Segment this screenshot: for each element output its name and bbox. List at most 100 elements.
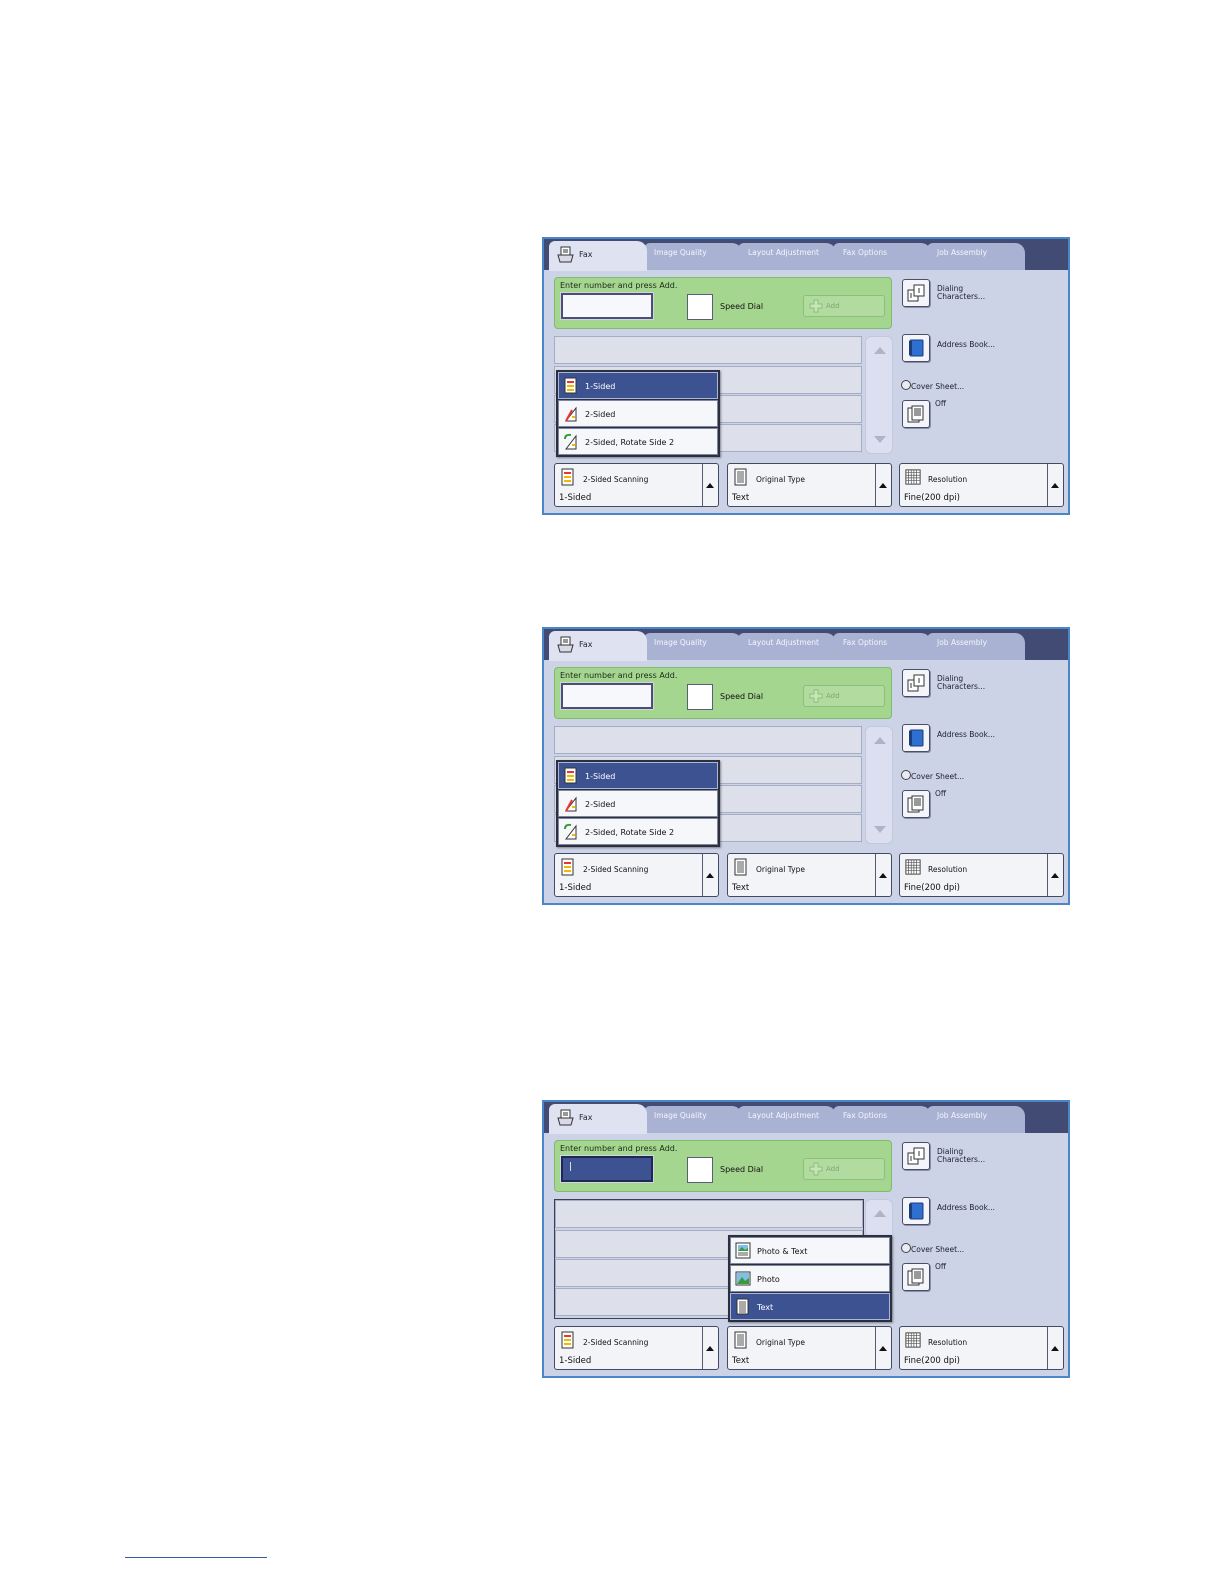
original-type-button[interactable]: Original Type Text bbox=[727, 853, 892, 897]
address-book-icon bbox=[909, 1202, 924, 1220]
recipient-scrollbar[interactable] bbox=[865, 726, 893, 844]
speed-dial-label: Speed Dial bbox=[720, 692, 764, 701]
dialing-characters-label: Dialing Characters... bbox=[937, 1147, 986, 1164]
fax-number-input[interactable]: | bbox=[560, 1155, 654, 1183]
fax-screen-1: Job Assembly Fax Options Layout Adjustme… bbox=[542, 237, 1070, 515]
speed-dial-checkbox[interactable] bbox=[687, 1157, 713, 1183]
original-type-button[interactable]: Original Type Text bbox=[727, 1326, 892, 1370]
address-book-button[interactable] bbox=[902, 1197, 930, 1225]
fax-icon bbox=[557, 636, 574, 653]
fax-number-input[interactable] bbox=[560, 292, 654, 320]
cover-sheet-button[interactable] bbox=[902, 1263, 930, 1291]
tab-image-quality[interactable]: Image Quality bbox=[644, 633, 742, 660]
resolution-button[interactable]: Resolution Fine(200 dpi) bbox=[899, 463, 1064, 507]
cover-sheet-radio[interactable] bbox=[901, 770, 911, 780]
entry-instruction: Enter number and press Add. bbox=[560, 281, 678, 290]
list-item[interactable] bbox=[555, 1200, 863, 1228]
resolution-button[interactable]: Resolution Fine(200 dpi) bbox=[899, 1326, 1064, 1370]
tab-image-quality[interactable]: Image Quality bbox=[644, 243, 742, 270]
two-sided-scanning-button[interactable]: 2-Sided Scanning 1-Sided bbox=[554, 853, 719, 897]
chevron-up-icon[interactable] bbox=[875, 1327, 891, 1369]
scroll-up-icon[interactable] bbox=[874, 347, 886, 354]
dialing-characters-button[interactable] bbox=[902, 669, 930, 697]
fax-number-input[interactable] bbox=[560, 682, 654, 710]
address-book-label: Address Book... bbox=[937, 1203, 996, 1212]
chevron-up-icon[interactable] bbox=[875, 464, 891, 506]
address-book-button[interactable] bbox=[902, 724, 930, 752]
cover-sheet-radio[interactable] bbox=[901, 1243, 911, 1253]
scroll-down-icon[interactable] bbox=[874, 826, 886, 833]
cover-sheet-value: Off bbox=[935, 789, 947, 798]
option-1-sided[interactable]: 1-Sided bbox=[558, 762, 718, 789]
add-button[interactable]: Add bbox=[803, 295, 885, 317]
cover-sheet-label: Cover Sheet... bbox=[911, 1245, 965, 1254]
dialing-characters-button[interactable] bbox=[902, 1142, 930, 1170]
add-button[interactable]: Add bbox=[803, 685, 885, 707]
option-label: 1-Sided bbox=[585, 382, 616, 391]
chevron-up-icon[interactable] bbox=[875, 854, 891, 896]
tab-fax-options[interactable]: Fax Options bbox=[833, 243, 931, 270]
original-type-button[interactable]: Original Type Text bbox=[727, 463, 892, 507]
photo-text-icon bbox=[735, 1242, 751, 1259]
option-photo-and-text[interactable]: Photo & Text bbox=[730, 1237, 890, 1264]
tab-job-assembly[interactable]: Job Assembly bbox=[927, 243, 1025, 270]
tab-fax-options[interactable]: Fax Options bbox=[833, 1106, 931, 1133]
scroll-up-icon[interactable] bbox=[874, 1210, 886, 1217]
two-sided-scanning-button[interactable]: 2-Sided Scanning 1-Sided bbox=[554, 1326, 719, 1370]
two-sided-icon bbox=[564, 406, 577, 422]
cover-sheet-radio[interactable] bbox=[901, 380, 911, 390]
option-2-sided-rotate[interactable]: 2-Sided, Rotate Side 2 bbox=[558, 818, 718, 845]
tab-job-assembly[interactable]: Job Assembly bbox=[927, 633, 1025, 660]
resolution-button[interactable]: Resolution Fine(200 dpi) bbox=[899, 853, 1064, 897]
dialing-characters-button[interactable] bbox=[902, 279, 930, 307]
tab-fax-label: Fax bbox=[579, 1113, 593, 1122]
add-button-label: Add bbox=[826, 302, 840, 310]
scroll-up-icon[interactable] bbox=[874, 737, 886, 744]
footer-divider bbox=[125, 1557, 267, 1558]
chevron-up-icon[interactable] bbox=[1047, 854, 1063, 896]
option-label: Photo bbox=[757, 1275, 780, 1284]
scanning-value: 1-Sided bbox=[559, 883, 592, 893]
tab-layout-adjustment[interactable]: Layout Adjustment bbox=[738, 1106, 836, 1133]
option-2-sided-rotate[interactable]: 2-Sided, Rotate Side 2 bbox=[558, 428, 718, 455]
chevron-up-icon[interactable] bbox=[1047, 1327, 1063, 1369]
tab-fax[interactable]: Fax bbox=[549, 241, 647, 271]
chevron-up-icon[interactable] bbox=[702, 464, 718, 506]
recipient-scrollbar[interactable] bbox=[865, 336, 893, 454]
option-2-sided[interactable]: 2-Sided bbox=[558, 400, 718, 427]
cover-sheet-button[interactable] bbox=[902, 790, 930, 818]
list-item[interactable] bbox=[554, 726, 862, 754]
one-sided-icon bbox=[564, 377, 577, 394]
cover-sheet-button[interactable] bbox=[902, 400, 930, 428]
add-button[interactable]: Add bbox=[803, 1158, 885, 1180]
option-label: Text bbox=[757, 1303, 774, 1312]
two-sided-scanning-button[interactable]: 2-Sided Scanning 1-Sided bbox=[554, 463, 719, 507]
option-1-sided[interactable]: 1-Sided bbox=[558, 372, 718, 399]
address-book-label: Address Book... bbox=[937, 340, 996, 349]
list-item[interactable] bbox=[554, 336, 862, 364]
resolution-title: Resolution bbox=[928, 475, 968, 484]
resolution-value: Fine(200 dpi) bbox=[904, 493, 960, 503]
tab-layout-adjustment[interactable]: Layout Adjustment bbox=[738, 243, 836, 270]
chevron-up-icon[interactable] bbox=[702, 1327, 718, 1369]
option-label: 1-Sided bbox=[585, 772, 616, 781]
speed-dial-checkbox[interactable] bbox=[687, 684, 713, 710]
chevron-up-icon[interactable] bbox=[1047, 464, 1063, 506]
tab-fax[interactable]: Fax bbox=[549, 1104, 647, 1134]
scroll-down-icon[interactable] bbox=[874, 436, 886, 443]
tab-layout-adjustment[interactable]: Layout Adjustment bbox=[738, 633, 836, 660]
speed-dial-checkbox[interactable] bbox=[687, 294, 713, 320]
tab-bar: Job Assembly Fax Options Layout Adjustme… bbox=[544, 629, 1068, 661]
option-2-sided[interactable]: 2-Sided bbox=[558, 790, 718, 817]
tab-image-quality[interactable]: Image Quality bbox=[644, 1106, 742, 1133]
tab-fax-options[interactable]: Fax Options bbox=[833, 633, 931, 660]
add-button-label: Add bbox=[826, 692, 840, 700]
scanning-title: 2-Sided Scanning bbox=[583, 475, 649, 484]
chevron-up-icon[interactable] bbox=[702, 854, 718, 896]
option-text[interactable]: Text bbox=[730, 1293, 890, 1320]
address-book-button[interactable] bbox=[902, 334, 930, 362]
tab-job-assembly[interactable]: Job Assembly bbox=[927, 1106, 1025, 1133]
option-photo[interactable]: Photo bbox=[730, 1265, 890, 1292]
cover-sheet-icon bbox=[907, 1268, 924, 1286]
tab-fax[interactable]: Fax bbox=[549, 631, 647, 661]
